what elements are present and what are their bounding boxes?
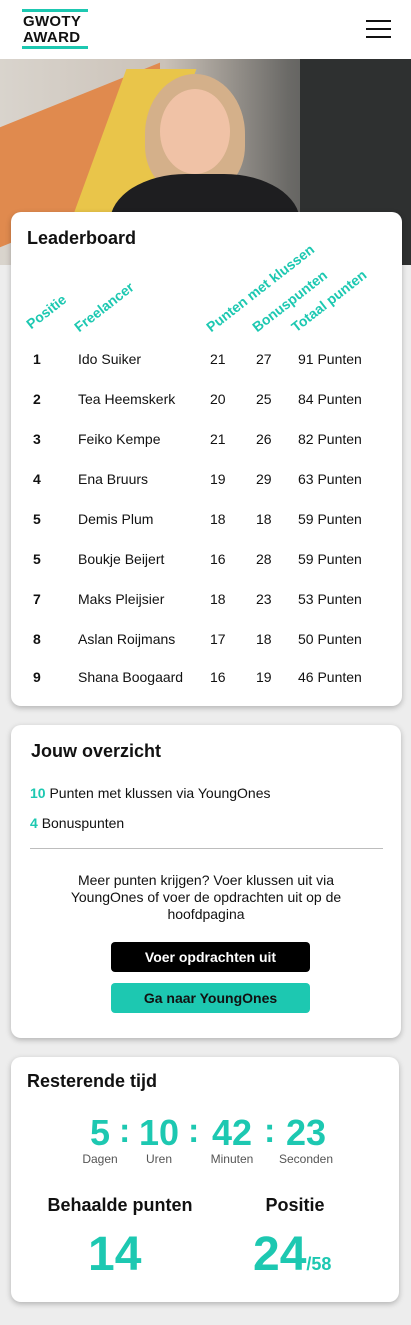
overzicht-card: Jouw overzicht 10 Punten met klussen via…: [11, 725, 401, 1038]
logo-line2: AWARD: [23, 29, 81, 46]
row-klus-points: 18: [210, 511, 226, 527]
row-klus-points: 16: [210, 669, 226, 685]
row-klus-points: 16: [210, 551, 226, 567]
table-row: 4 Ena Bruurs 19 29 63 Punten: [11, 471, 402, 491]
row-bonus-points: 23: [256, 591, 272, 607]
countdown-days-label: Dagen: [82, 1152, 118, 1166]
row-name: Ido Suiker: [78, 351, 142, 367]
positie-value-wrap: 24/58: [253, 1227, 331, 1282]
table-row: 5 Demis Plum 18 18 59 Punten: [11, 511, 402, 531]
table-row: 1 Ido Suiker 21 27 91 Punten: [11, 351, 402, 371]
row-name: Boukje Beijert: [78, 551, 165, 567]
row-position: 5: [33, 511, 41, 527]
table-row: 7 Maks Pleijsier 18 23 53 Punten: [11, 591, 402, 611]
row-position: 3: [33, 431, 41, 447]
row-name: Feiko Kempe: [78, 431, 161, 447]
positie-total: /58: [306, 1254, 332, 1274]
voer-opdrachten-uit-button[interactable]: Voer opdrachten uit: [111, 942, 310, 972]
row-klus-points: 17: [210, 631, 226, 647]
countdown-separator: :: [264, 1112, 276, 1150]
row-total-points: 91 Punten: [298, 351, 362, 367]
logo-line1: GWOTY: [23, 13, 82, 30]
row-position: 4: [33, 471, 41, 487]
logo-bottom-bar: [22, 46, 88, 49]
table-row: 8 Aslan Roijmans 17 18 50 Punten: [11, 631, 402, 651]
row-position: 1: [33, 351, 41, 367]
row-bonus-points: 18: [256, 511, 272, 527]
countdown-minutes: 42: [211, 1112, 253, 1153]
row-name: Maks Pleijsier: [78, 591, 165, 607]
column-header-freelancer: Freelancer: [71, 278, 137, 335]
positie-label: Positie: [265, 1195, 325, 1215]
row-total-points: 84 Punten: [298, 391, 362, 407]
row-bonus-points: 18: [256, 631, 272, 647]
countdown-hours-label: Uren: [145, 1152, 172, 1166]
row-name: Aslan Roijmans: [78, 631, 176, 647]
info-text: Meer punten krijgen? Voer klussen uit vi…: [70, 872, 342, 922]
behaalde-punten-label: Behaalde punten: [47, 1195, 193, 1215]
countdown-separator: :: [188, 1112, 200, 1150]
row-total-points: 50 Punten: [298, 631, 362, 647]
row-total-points: 59 Punten: [298, 551, 362, 567]
countdown-seconds: 23: [285, 1112, 327, 1153]
row-name: Shana Boogaard: [78, 669, 184, 685]
header: GWOTY AWARD: [0, 0, 411, 59]
row-total-points: 46 Punten: [298, 669, 362, 685]
row-position: 8: [33, 631, 41, 647]
positie-value: 24: [253, 1228, 307, 1281]
resterende-tijd-card: Resterende tijd 5 : 10 : 42 : 23 Dagen U…: [11, 1057, 399, 1302]
row-klus-points: 21: [210, 431, 226, 447]
row-position: 2: [33, 391, 41, 407]
row-total-points: 53 Punten: [298, 591, 362, 607]
leaderboard-card: Leaderboard Positie Freelancer Punten me…: [11, 212, 402, 706]
countdown-hours: 10: [138, 1112, 180, 1153]
bonus-points-line: 4 Bonuspunten: [30, 815, 124, 831]
overzicht-title: Jouw overzicht: [31, 741, 162, 761]
hamburger-menu-icon[interactable]: [366, 20, 391, 39]
row-klus-points: 20: [210, 391, 226, 407]
countdown-minutes-label: Minuten: [210, 1152, 254, 1166]
row-bonus-points: 28: [256, 551, 272, 567]
klus-points-line: 10 Punten met klussen via YoungOnes: [30, 785, 271, 801]
row-position: 5: [33, 551, 41, 567]
row-total-points: 63 Punten: [298, 471, 362, 487]
table-row: 3 Feiko Kempe 21 26 82 Punten: [11, 431, 402, 451]
bonus-points-label: Bonuspunten: [41, 815, 125, 831]
countdown-seconds-label: Seconden: [278, 1152, 334, 1166]
leaderboard-title: Leaderboard: [27, 228, 137, 248]
row-name: Tea Heemskerk: [78, 391, 176, 407]
table-row: 9 Shana Boogaard 16 19 46 Punten: [11, 669, 402, 689]
gwoty-award-logo[interactable]: GWOTY AWARD: [22, 9, 88, 49]
row-position: 9: [33, 669, 41, 685]
row-klus-points: 21: [210, 351, 226, 367]
row-total-points: 82 Punten: [298, 431, 362, 447]
row-bonus-points: 25: [256, 391, 272, 407]
row-bonus-points: 26: [256, 431, 272, 447]
divider: [30, 848, 383, 849]
resterende-tijd-title: Resterende tijd: [27, 1071, 158, 1091]
row-bonus-points: 29: [256, 471, 272, 487]
row-klus-points: 19: [210, 471, 226, 487]
row-bonus-points: 19: [256, 669, 272, 685]
behaalde-punten-value: 14: [88, 1228, 142, 1281]
klus-points-label: Punten met klussen via YoungOnes: [49, 785, 271, 801]
klus-points-value: 10: [30, 785, 46, 801]
table-row: 2 Tea Heemskerk 20 25 84 Punten: [11, 391, 402, 411]
row-name: Ena Bruurs: [78, 471, 149, 487]
row-position: 7: [33, 591, 41, 607]
row-klus-points: 18: [210, 591, 226, 607]
bonus-points-value: 4: [30, 815, 38, 831]
row-total-points: 59 Punten: [298, 511, 362, 527]
ga-naar-youngones-button[interactable]: Ga naar YoungOnes: [111, 983, 310, 1013]
countdown-separator: :: [119, 1112, 131, 1150]
column-header-positie: Positie: [23, 291, 70, 332]
countdown-days: 5: [89, 1112, 111, 1153]
row-name: Demis Plum: [78, 511, 154, 527]
row-bonus-points: 27: [256, 351, 272, 367]
table-row: 5 Boukje Beijert 16 28 59 Punten: [11, 551, 402, 571]
